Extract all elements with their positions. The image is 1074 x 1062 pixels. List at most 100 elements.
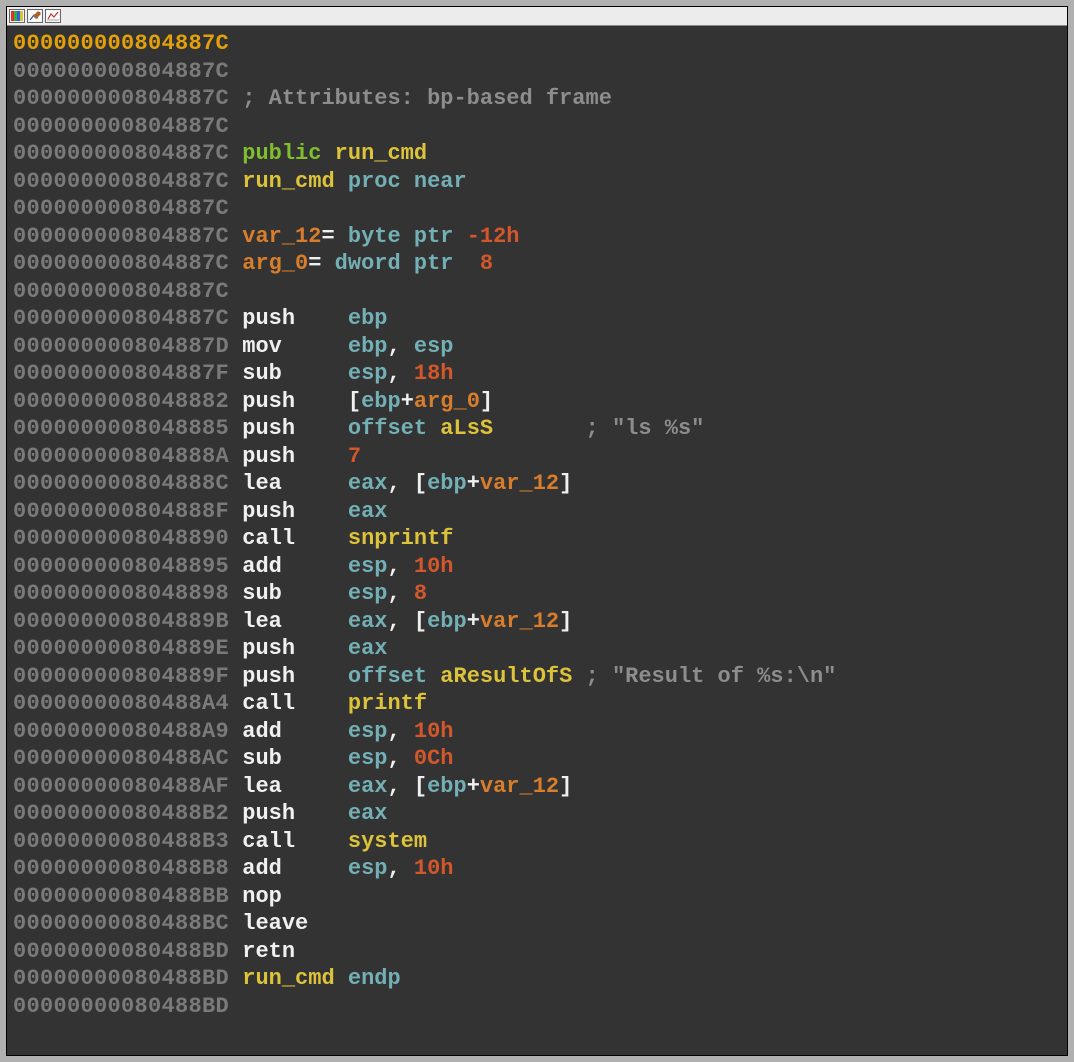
asm-line[interactable]: 000000000804887C arg_0= dword ptr 8: [13, 250, 1061, 278]
address: 00000000080488AF: [13, 774, 229, 799]
asm-line[interactable]: 00000000080488B3 call system: [13, 828, 1061, 856]
address: 000000000804887C: [13, 224, 229, 249]
asm-token: push: [242, 801, 295, 826]
address: 00000000080488A9: [13, 719, 229, 744]
chart-view-button[interactable]: [45, 9, 61, 23]
asm-line[interactable]: 000000000804887C: [13, 58, 1061, 86]
asm-token: [282, 774, 348, 799]
asm-token: 8: [480, 251, 493, 276]
asm-token: var_12: [480, 471, 559, 496]
asm-token: [229, 966, 242, 991]
asm-line[interactable]: 00000000080488AF lea eax, [ebp+var_12]: [13, 773, 1061, 801]
asm-token: ]: [559, 471, 572, 496]
address: 000000000804887D: [13, 334, 229, 359]
asm-line[interactable]: 00000000080488BC leave: [13, 910, 1061, 938]
asm-token: ebp: [427, 609, 467, 634]
asm-line[interactable]: 000000000804887C public run_cmd: [13, 140, 1061, 168]
asm-token: +: [467, 774, 480, 799]
asm-line[interactable]: 0000000008048882 push [ebp+arg_0]: [13, 388, 1061, 416]
asm-line[interactable]: 000000000804887F sub esp, 18h: [13, 360, 1061, 388]
asm-token: push: [242, 306, 295, 331]
asm-token: ,: [387, 746, 413, 771]
asm-token: "ls %s": [612, 416, 704, 441]
asm-token: leave: [242, 911, 308, 936]
asm-token: proc: [348, 169, 401, 194]
edit-view-button[interactable]: [27, 9, 43, 23]
asm-token: [295, 664, 348, 689]
asm-token: +: [467, 609, 480, 634]
asm-line[interactable]: 000000000804889E push eax: [13, 635, 1061, 663]
asm-line[interactable]: 00000000080488BD run_cmd endp: [13, 965, 1061, 993]
asm-token: lea: [242, 774, 282, 799]
asm-token: [427, 664, 440, 689]
view-toolbar: [7, 7, 1067, 26]
asm-token: add: [242, 719, 282, 744]
address: 000000000804887C: [13, 59, 229, 84]
address: 000000000804887C: [13, 306, 229, 331]
asm-line[interactable]: 000000000804888C lea eax, [ebp+var_12]: [13, 470, 1061, 498]
asm-line[interactable]: 00000000080488AC sub esp, 0Ch: [13, 745, 1061, 773]
color-view-button[interactable]: [9, 9, 25, 23]
disassembly-view: 000000000804887C000000000804887C00000000…: [6, 6, 1068, 1056]
asm-token: [229, 141, 242, 166]
asm-line[interactable]: 0000000008048898 sub esp, 8: [13, 580, 1061, 608]
address: 00000000080488BD: [13, 966, 229, 991]
disassembly-listing[interactable]: 000000000804887C000000000804887C00000000…: [7, 26, 1067, 1055]
asm-line[interactable]: 000000000804887C var_12= byte ptr -12h: [13, 223, 1061, 251]
asm-token: ebp: [427, 774, 467, 799]
asm-line[interactable]: 0000000008048895 add esp, 10h: [13, 553, 1061, 581]
asm-token: esp: [414, 334, 454, 359]
asm-token: 8: [414, 581, 427, 606]
asm-line[interactable]: 000000000804888F push eax: [13, 498, 1061, 526]
asm-line[interactable]: 000000000804887D mov ebp, esp: [13, 333, 1061, 361]
asm-token: var_12: [480, 774, 559, 799]
asm-token: aLsS: [440, 416, 493, 441]
asm-line[interactable]: 00000000080488B2 push eax: [13, 800, 1061, 828]
asm-line[interactable]: 000000000804888A push 7: [13, 443, 1061, 471]
asm-token: push: [242, 636, 295, 661]
asm-token: =: [308, 251, 334, 276]
address: 0000000008048890: [13, 526, 229, 551]
asm-token: ]: [559, 609, 572, 634]
asm-token: [282, 719, 348, 744]
address: 000000000804888C: [13, 471, 229, 496]
asm-line[interactable]: 000000000804889B lea eax, [ebp+var_12]: [13, 608, 1061, 636]
asm-line[interactable]: 00000000080488BD: [13, 993, 1061, 1021]
asm-line[interactable]: 0000000008048890 call snprintf: [13, 525, 1061, 553]
asm-line[interactable]: 00000000080488A9 add esp, 10h: [13, 718, 1061, 746]
asm-token: ]: [559, 774, 572, 799]
asm-token: ,: [387, 719, 413, 744]
asm-line[interactable]: 000000000804889F push offset aResultOfS …: [13, 663, 1061, 691]
asm-line[interactable]: 000000000804887C run_cmd proc near: [13, 168, 1061, 196]
asm-token: public: [242, 141, 321, 166]
asm-token: [282, 746, 348, 771]
asm-token: [229, 911, 242, 936]
asm-line[interactable]: 000000000804887C: [13, 195, 1061, 223]
asm-line[interactable]: 000000000804887C ; Attributes: bp-based …: [13, 85, 1061, 113]
asm-token: [229, 471, 242, 496]
asm-token: [229, 389, 242, 414]
asm-token: +: [467, 471, 480, 496]
asm-line[interactable]: 000000000804887C: [13, 278, 1061, 306]
asm-token: [229, 306, 242, 331]
asm-line[interactable]: 0000000008048885 push offset aLsS ; "ls …: [13, 415, 1061, 443]
asm-line[interactable]: 000000000804887C: [13, 30, 1061, 58]
asm-token: 10h: [414, 554, 454, 579]
asm-line[interactable]: 000000000804887C push ebp: [13, 305, 1061, 333]
asm-line[interactable]: 00000000080488B8 add esp, 10h: [13, 855, 1061, 883]
asm-token: eax: [348, 801, 388, 826]
asm-token: run_cmd: [242, 966, 334, 991]
asm-line[interactable]: 000000000804887C: [13, 113, 1061, 141]
asm-token: eax: [348, 499, 388, 524]
asm-line[interactable]: 00000000080488A4 call printf: [13, 690, 1061, 718]
asm-token: [282, 856, 348, 881]
asm-token: =: [321, 224, 347, 249]
asm-token: sub: [242, 361, 282, 386]
asm-token: esp: [348, 554, 388, 579]
pencil-graph-icon: [29, 11, 41, 21]
asm-token: [282, 581, 348, 606]
asm-line[interactable]: 00000000080488BB nop: [13, 883, 1061, 911]
asm-token: lea: [242, 609, 282, 634]
address: 0000000008048882: [13, 389, 229, 414]
asm-line[interactable]: 00000000080488BD retn: [13, 938, 1061, 966]
